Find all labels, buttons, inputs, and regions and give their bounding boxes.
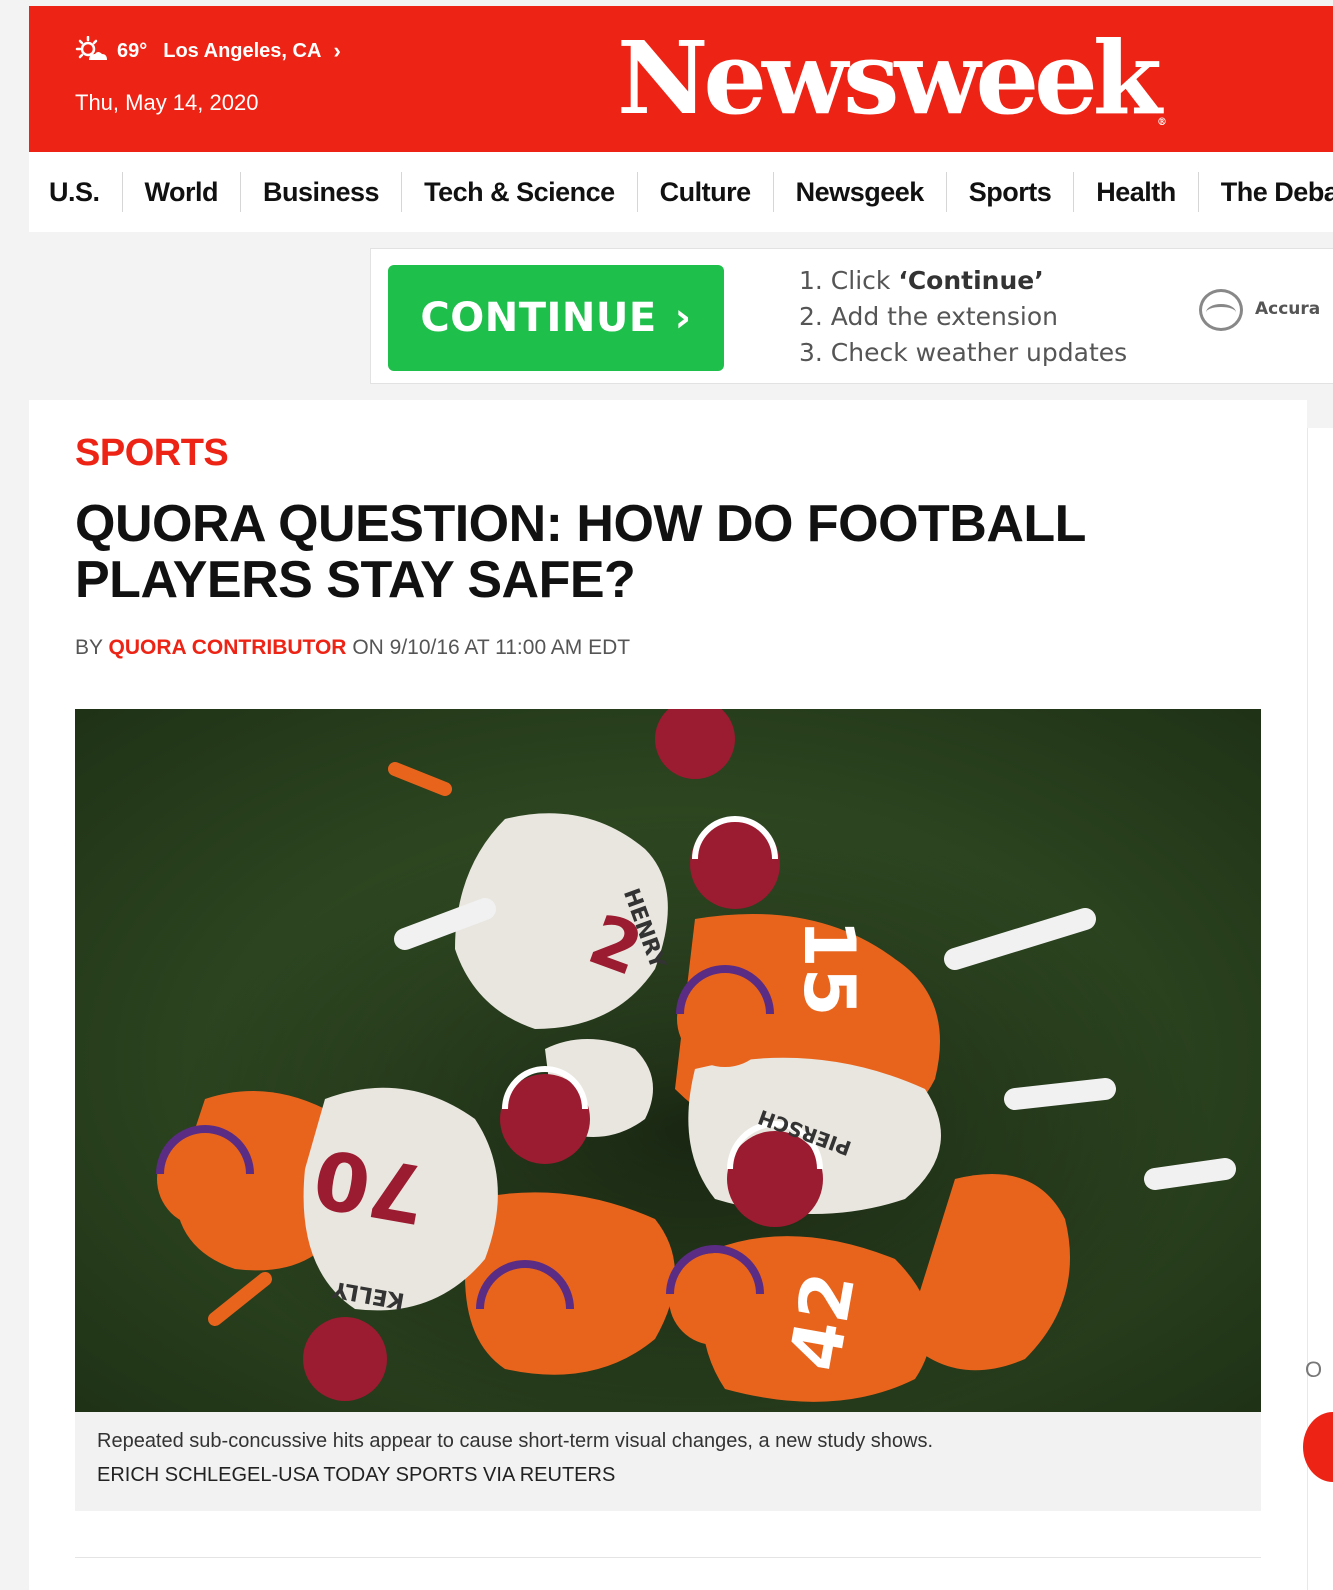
chevron-right-icon: › (674, 295, 692, 341)
ad-step-1-emphasis: ‘Continue’ (898, 266, 1044, 295)
site-logo[interactable]: Newsweek® (617, 28, 1167, 128)
nav-item-tech-science[interactable]: Tech & Science (402, 172, 638, 212)
section-label[interactable]: SPORTS (75, 432, 229, 475)
author-link[interactable]: QUORA CONTRIBUTOR (108, 636, 346, 659)
main-nav: U.S. World Business Tech & Science Cultu… (29, 152, 1333, 232)
article: SPORTS QUORA QUESTION: HOW DO FOOTBALL P… (29, 400, 1307, 1590)
jersey-number-42: 42 (774, 1266, 872, 1376)
nav-item-sports[interactable]: Sports (947, 172, 1075, 212)
byline-by: BY (75, 636, 103, 659)
site-header: 69° Los Angeles, CA › Thu, May 14, 2020 … (29, 6, 1333, 152)
ad-brand-text: Accura (1255, 299, 1321, 319)
nav-item-health[interactable]: Health (1074, 172, 1199, 212)
temperature: 69° (117, 39, 148, 62)
continue-label: CONTINUE (420, 295, 657, 341)
current-date: Thu, May 14, 2020 (75, 90, 259, 115)
hero-image: 2 15 70 42 HENRY KELLY PIERSCH (75, 709, 1261, 1412)
chevron-right-icon: › (333, 38, 341, 63)
ad-step-3: 3. Check weather updates (799, 338, 1128, 367)
partly-sunny-icon (75, 35, 109, 66)
byline: BY QUORA CONTRIBUTOR ON 9/10/16 AT 11:00… (75, 636, 630, 660)
publish-date: ON 9/10/16 AT 11:00 AM EDT (352, 636, 631, 659)
logo-text: Newsweek (617, 19, 1162, 137)
ad-step-1: 1. Click ‘Continue’ (799, 263, 1127, 299)
ad-step-2: 2. Add the extension (799, 302, 1058, 331)
sidebar-fragment-text: O (1305, 1357, 1323, 1382)
jersey-number-15: 15 (788, 919, 870, 1016)
accuweather-icon (1199, 289, 1243, 331)
nav-item-us[interactable]: U.S. (29, 172, 123, 212)
image-caption-box: Repeated sub-concussive hits appear to c… (75, 1412, 1261, 1511)
nav-item-world[interactable]: World (123, 172, 242, 212)
nav-item-newsgeek[interactable]: Newsgeek (774, 172, 947, 212)
image-credit: ERICH SCHLEGEL-USA TODAY SPORTS VIA REUT… (97, 1464, 616, 1486)
continue-button[interactable]: CONTINUE › (388, 265, 724, 371)
location-name: Los Angeles, CA (163, 39, 322, 62)
article-headline: QUORA QUESTION: HOW DO FOOTBALL PLAYERS … (75, 495, 1086, 609)
ad-step-1-text: 1. Click (799, 266, 899, 295)
weather-widget[interactable]: 69° Los Angeles, CA › (75, 35, 341, 66)
ad-steps: 1. Click ‘Continue’ 2. Add the extension… (799, 263, 1127, 371)
registered-mark: ® (1157, 117, 1168, 128)
nav-item-the-debate[interactable]: The Debate (1199, 172, 1333, 212)
nav-item-business[interactable]: Business (241, 172, 403, 212)
nav-item-culture[interactable]: Culture (638, 172, 774, 212)
content-divider (75, 1557, 1261, 1558)
ad-banner: CONTINUE › 1. Click ‘Continue’ 2. Add th… (370, 248, 1333, 384)
jersey-number-70: 70 (307, 1130, 433, 1241)
image-caption: Repeated sub-concussive hits appear to c… (97, 1430, 933, 1452)
